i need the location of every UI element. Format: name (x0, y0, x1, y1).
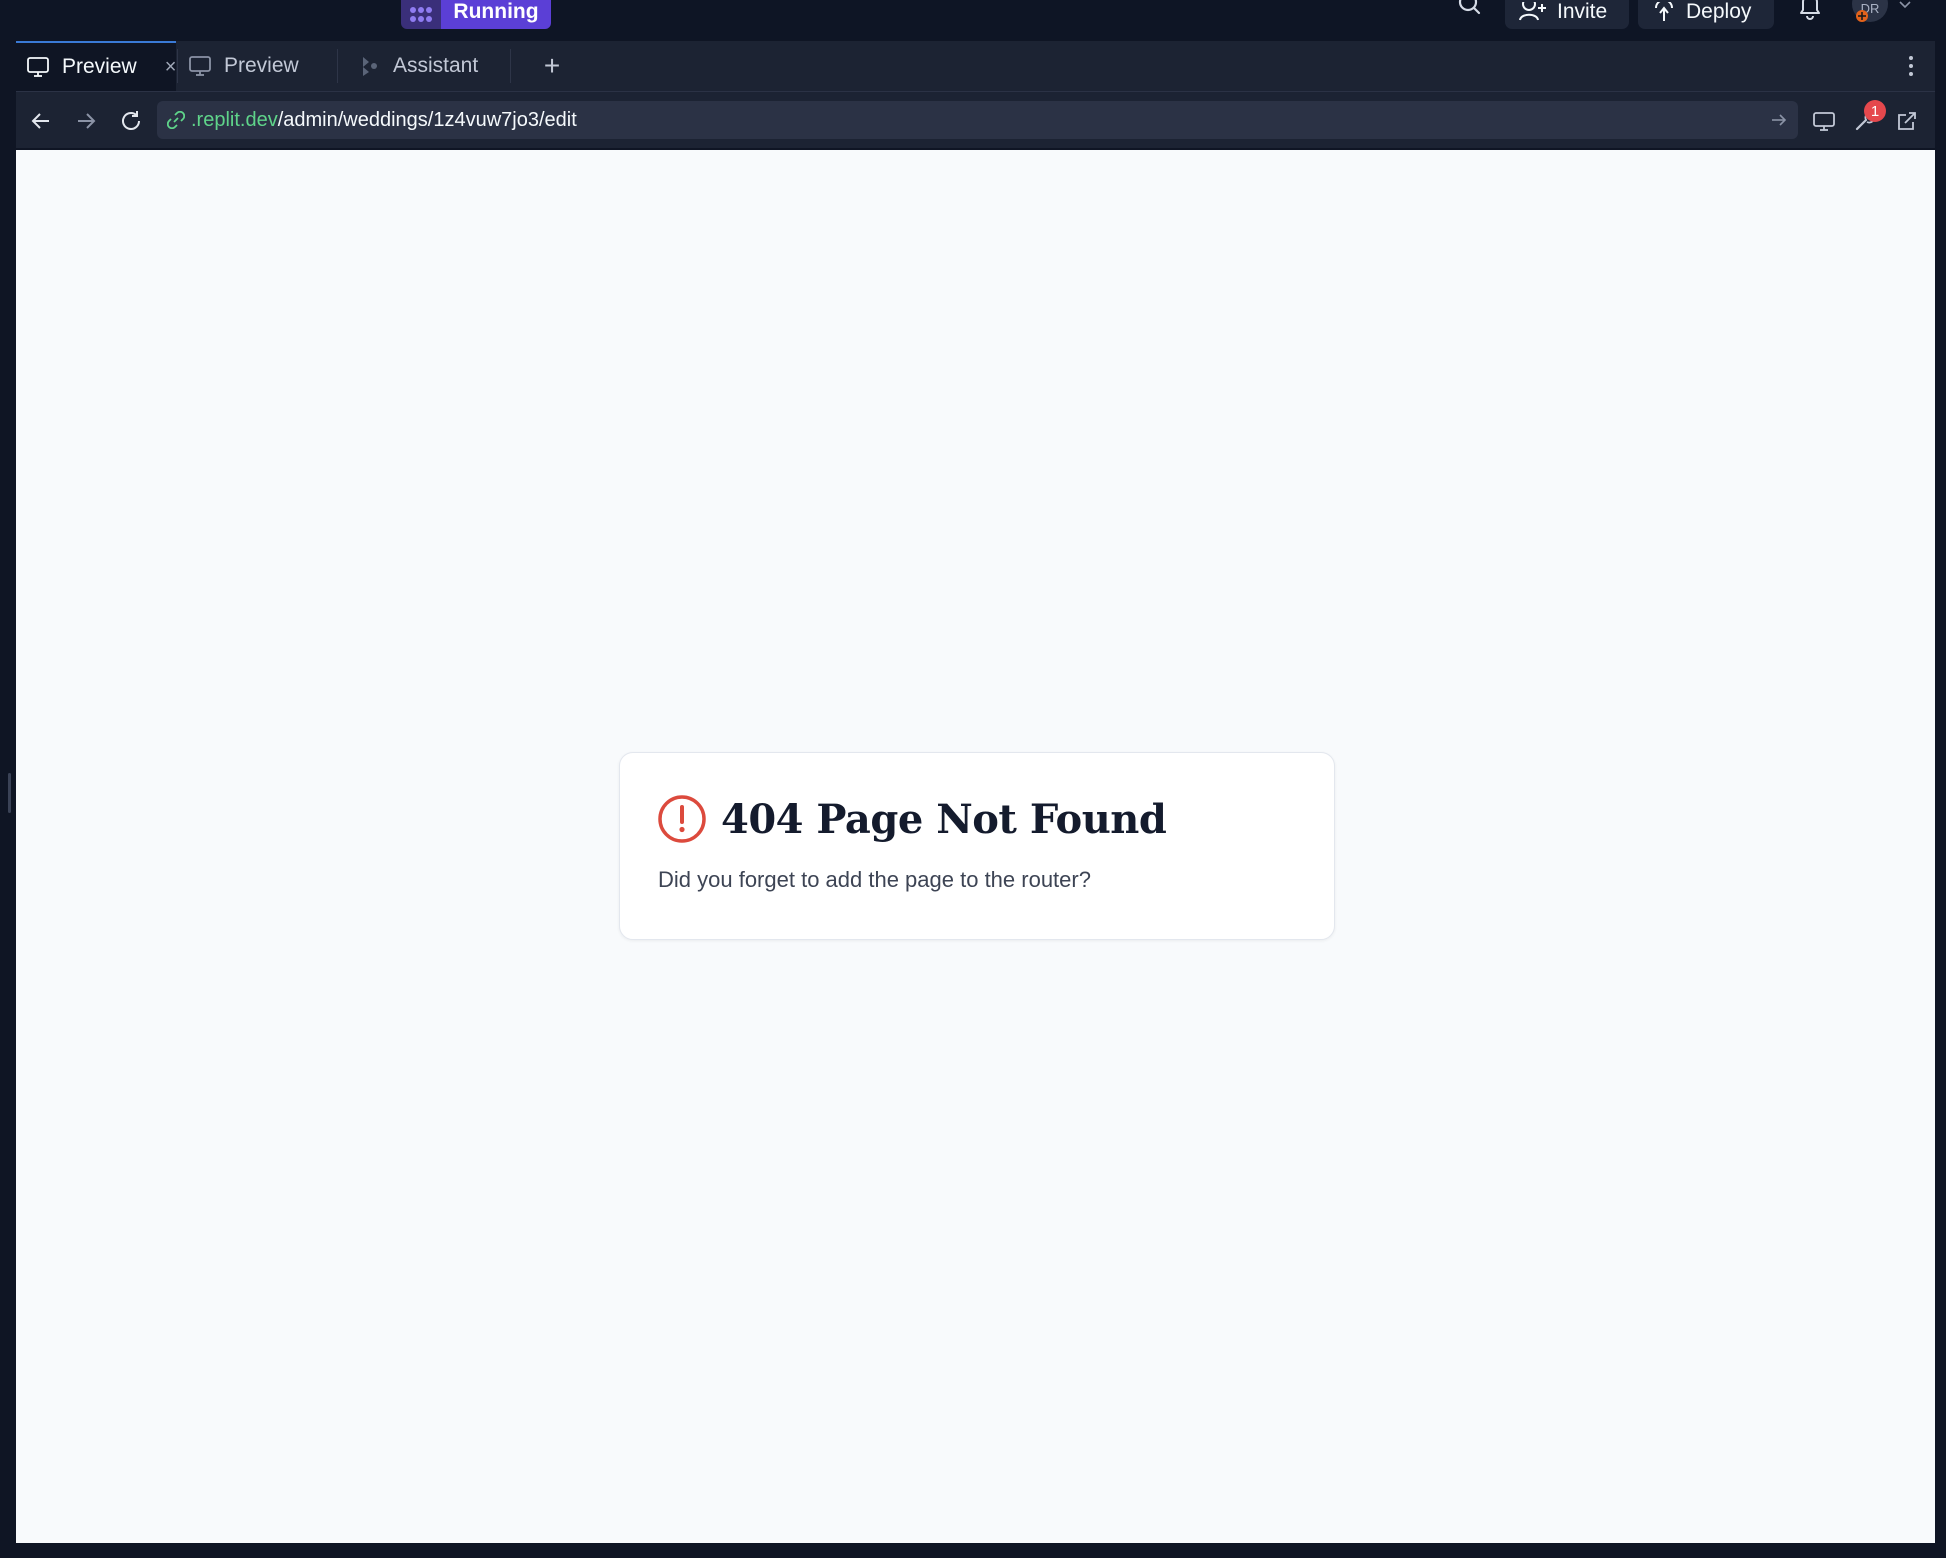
not-found-card: 404 Page Not Found Did you forget to add… (619, 752, 1335, 940)
search-icon[interactable] (1455, 0, 1485, 20)
invite-label: Invite (1557, 0, 1608, 23)
tab-label: Preview (224, 54, 299, 77)
address-bar: .replit.dev/admin/weddings/1z4vuw7jo3/ed… (16, 92, 1935, 148)
deploy-icon (1652, 1, 1676, 22)
resize-handle[interactable] (8, 773, 11, 813)
chevron-down-icon[interactable] (1898, 0, 1912, 10)
open-external-icon[interactable] (1892, 106, 1922, 136)
close-icon[interactable]: × (165, 56, 177, 79)
url-input[interactable]: .replit.dev/admin/weddings/1z4vuw7jo3/ed… (157, 101, 1798, 139)
deploy-label: Deploy (1686, 0, 1752, 23)
card-header: 404 Page Not Found (657, 794, 1167, 844)
device-preview-icon[interactable] (1809, 106, 1839, 136)
go-arrow-icon[interactable] (1770, 110, 1788, 130)
back-arrow-icon[interactable] (26, 106, 56, 136)
link-icon (167, 111, 185, 129)
bell-icon[interactable] (1796, 0, 1824, 20)
monitor-icon (26, 56, 50, 78)
tab-preview-active[interactable]: Preview × (16, 41, 176, 91)
monitor-icon (188, 55, 212, 77)
preview-viewport: 404 Page Not Found Did you forget to add… (16, 150, 1935, 1543)
add-tab-button[interactable]: + (527, 41, 577, 91)
tab-label: Preview (62, 55, 137, 78)
url-domain: .replit.dev (191, 108, 278, 131)
tab-bar: Preview × Preview Assistant + (16, 41, 1935, 92)
reload-icon[interactable] (116, 106, 146, 136)
assistant-icon (359, 55, 381, 77)
notification-badge: 1 (1864, 100, 1886, 122)
tab-assistant[interactable]: Assistant (349, 41, 527, 91)
avatar-status-icon (1856, 10, 1868, 22)
more-options-icon[interactable] (1896, 41, 1926, 91)
run-button[interactable]: Running (441, 0, 551, 29)
forward-arrow-icon[interactable] (71, 106, 101, 136)
add-user-icon (1519, 1, 1547, 22)
run-icon[interactable] (401, 0, 441, 29)
tab-divider (510, 49, 511, 83)
alert-circle-icon (657, 794, 707, 844)
page-title: 404 Page Not Found (721, 795, 1167, 843)
invite-button[interactable]: Invite (1505, 0, 1629, 29)
tab-preview[interactable]: Preview (178, 41, 353, 91)
top-bar: Running Invite Deploy DR (0, 0, 1946, 40)
tab-divider (337, 49, 338, 83)
tab-label: Assistant (393, 54, 479, 77)
deploy-button[interactable]: Deploy (1638, 0, 1774, 29)
url-path: /admin/weddings/1z4vuw7jo3/edit (277, 108, 577, 131)
error-message: Did you forget to add the page to the ro… (658, 867, 1091, 892)
